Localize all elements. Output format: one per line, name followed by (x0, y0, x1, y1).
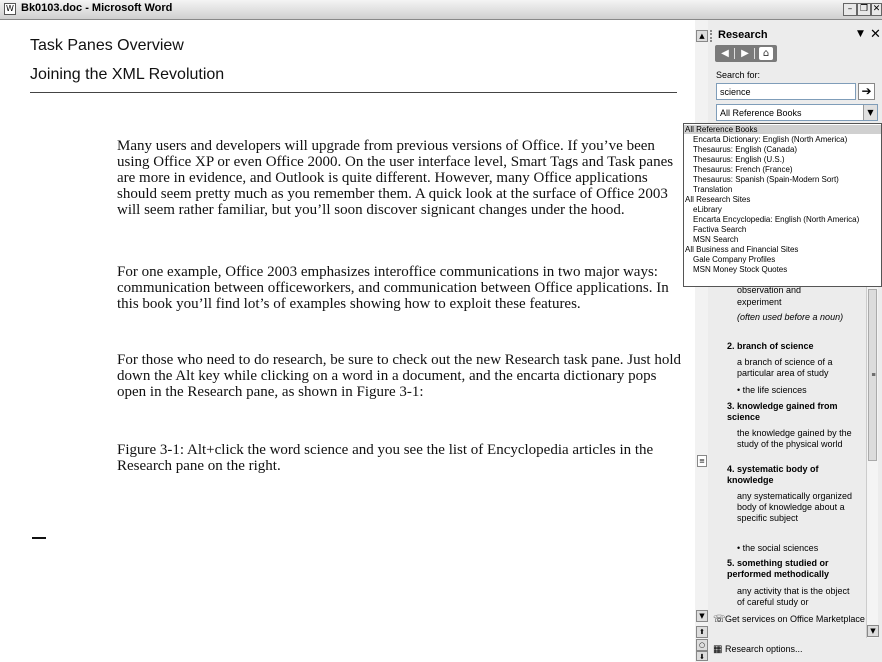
research-options-link[interactable]: Research options... (725, 644, 875, 655)
pane-close-button[interactable]: ✕ (870, 27, 881, 42)
results-scrollbar[interactable]: ≡ ▼ (866, 287, 879, 638)
result-note: (often used before a noun) (737, 312, 844, 322)
dropdown-option[interactable]: Translation (684, 185, 881, 194)
result-heading[interactable]: 4. systematic body of knowledge (727, 464, 852, 486)
scroll-up-button[interactable]: ▲ (696, 30, 708, 42)
previous-page-button[interactable]: ⬆ (696, 626, 708, 638)
dropdown-option[interactable]: Thesaurus: English (Canada) (684, 145, 881, 154)
result-definition: any activity that is the object of caref… (737, 586, 850, 607)
pane-title: Research (718, 29, 768, 41)
reference-source-value: All Reference Books (720, 108, 802, 118)
pane-nav-strip: ◀ ▶ ⌂ (715, 45, 777, 62)
start-search-button[interactable]: ➔ (858, 83, 875, 100)
result-heading[interactable]: 3. knowledge gained from science (727, 401, 863, 423)
dropdown-option[interactable]: All Business and Financial Sites (684, 245, 881, 254)
home-icon[interactable]: ⌂ (759, 47, 773, 60)
heading-rule (30, 92, 677, 93)
next-page-button[interactable]: ⬇ (696, 651, 708, 661)
result-definition: the knowledge gained by the study of the… (737, 428, 852, 449)
result-definition: any systematically organized body of kno… (737, 491, 853, 523)
pane-header: Research ▼ ✕ (710, 26, 881, 44)
search-label: Search for: (716, 70, 761, 80)
heading-task-panes: Task Panes Overview (30, 37, 184, 54)
text-cursor-mark (32, 537, 46, 539)
title-bar: W Bk0103.doc - Microsoft Word – ❐ ✕ (0, 0, 882, 20)
result-heading[interactable]: 5. something studied or performed method… (727, 558, 857, 580)
dropdown-option[interactable]: All Reference Books (684, 125, 881, 134)
nav-separator (754, 48, 755, 59)
document-map-icon[interactable]: ≡ (697, 455, 707, 467)
dropdown-option[interactable]: Thesaurus: English (U.S.) (684, 155, 881, 164)
research-options-icon: ▦ (713, 644, 723, 655)
result-text: experiment (737, 297, 782, 307)
reference-source-select[interactable]: All Reference Books ▼ (716, 104, 878, 121)
document-vertical-scrollbar[interactable]: ▲ ▼ ⬆ ○ ⬇ (695, 20, 708, 662)
back-icon[interactable]: ◀ (718, 47, 732, 60)
results-scroll-thumb[interactable]: ≡ (868, 289, 877, 461)
pane-menu-dropdown[interactable]: ▼ (857, 29, 864, 39)
dropdown-option[interactable]: Encarta Encyclopedia: English (North Ame… (684, 215, 881, 224)
dropdown-option[interactable]: eLibrary (684, 205, 881, 214)
result-heading[interactable]: 2. branch of science (727, 341, 857, 352)
scroll-down-button[interactable]: ▼ (696, 610, 708, 622)
dropdown-option[interactable]: Encarta Dictionary: English (North Ameri… (684, 135, 881, 144)
result-example: • the social sciences (737, 543, 819, 553)
minimize-button[interactable]: – (843, 3, 857, 16)
paragraph-1: Many users and developers will upgrade f… (117, 138, 674, 218)
heading-xml-revolution: Joining the XML Revolution (30, 66, 225, 83)
dropdown-option[interactable]: Thesaurus: French (France) (684, 165, 881, 174)
dropdown-option[interactable]: MSN Money Stock Quotes (684, 265, 881, 274)
document-page[interactable]: Task Panes Overview Joining the XML Revo… (0, 20, 691, 662)
restore-button[interactable]: ❐ (857, 3, 871, 16)
marketplace-link[interactable]: Get services on Office Marketplace (725, 614, 875, 625)
results-scroll-down[interactable]: ▼ (867, 625, 879, 637)
result-example: • the life sciences (737, 385, 807, 395)
paragraph-3: For those who need to do research, be su… (117, 352, 682, 400)
dropdown-option[interactable]: MSN Search (684, 235, 881, 244)
chevron-down-icon[interactable]: ▼ (863, 105, 877, 120)
grip-icon: ≡ (871, 372, 876, 379)
window-title: Bk0103.doc - Microsoft Word (21, 2, 173, 14)
forward-icon[interactable]: ▶ (738, 47, 752, 60)
nav-separator (734, 48, 735, 59)
paragraph-2: For one example, Office 2003 emphasizes … (117, 264, 669, 312)
dropdown-option[interactable]: Factiva Search (684, 225, 881, 234)
result-definition: a branch of science of a particular area… (737, 357, 833, 378)
close-button[interactable]: ✕ (871, 3, 882, 16)
pane-grip-handle[interactable] (710, 30, 713, 42)
search-input[interactable]: science (716, 83, 856, 100)
select-browse-object-button[interactable]: ○ (696, 639, 708, 651)
paragraph-figure-caption: Figure 3-1: Alt+click the word science a… (117, 442, 654, 474)
dropdown-option[interactable]: All Research Sites (684, 195, 881, 204)
dropdown-option[interactable]: Gale Company Profiles (684, 255, 881, 264)
reference-source-dropdown-list[interactable]: All Reference Books Encarta Dictionary: … (683, 123, 882, 287)
dropdown-option[interactable]: Thesaurus: Spanish (Spain-Modern Sort) (684, 175, 881, 184)
word-app-icon[interactable]: W (4, 3, 16, 15)
marketplace-icon: ☏ (713, 614, 726, 625)
